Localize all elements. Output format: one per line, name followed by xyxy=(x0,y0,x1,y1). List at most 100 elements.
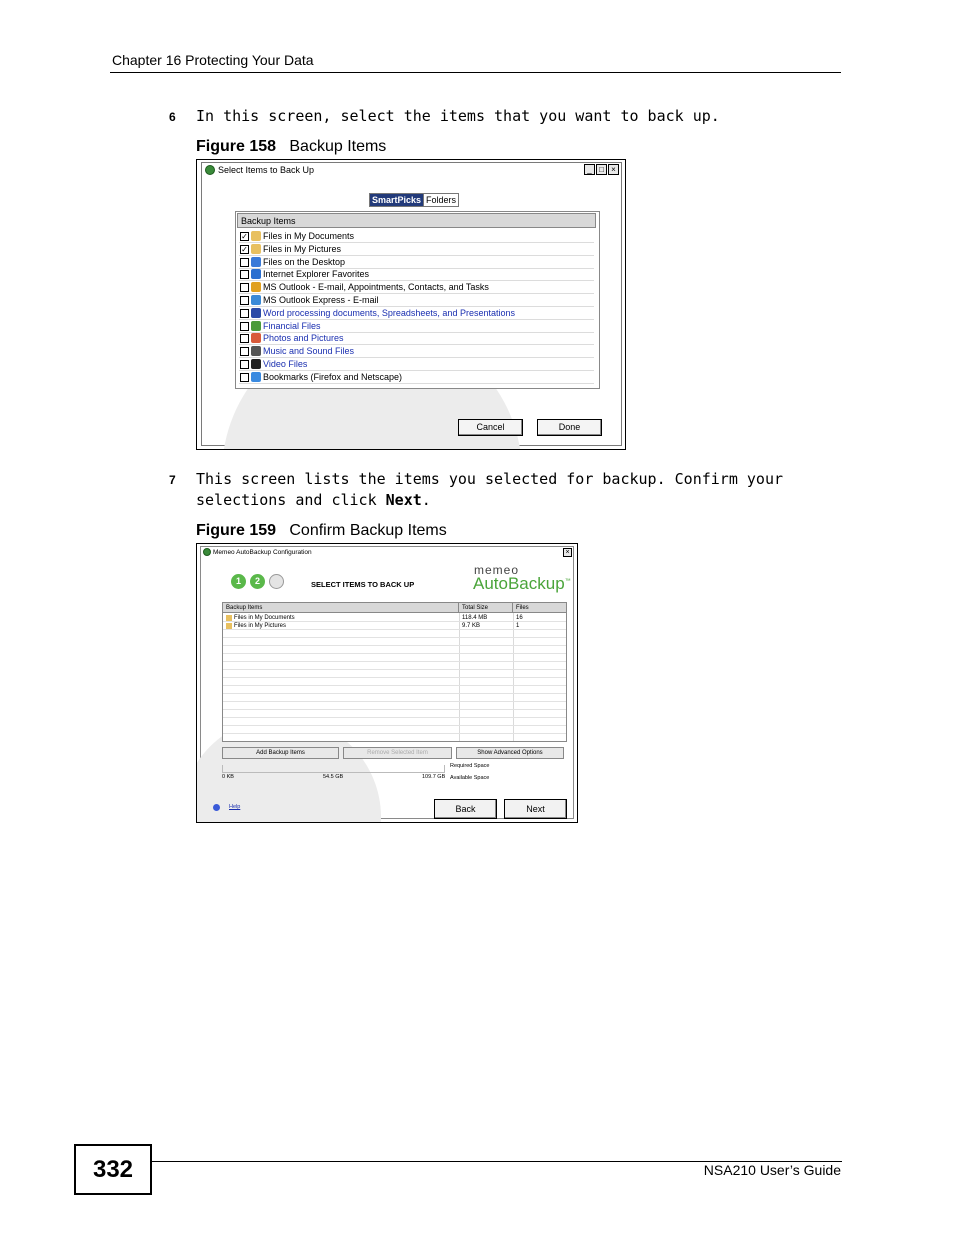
chapter-title: Chapter 16 Protecting Your Data xyxy=(112,52,314,68)
column-header-files: Files xyxy=(513,603,566,613)
table-row[interactable]: Files in My Documents 118.4 MB 16 xyxy=(223,614,566,622)
folder-documents-icon xyxy=(251,231,261,241)
close-button[interactable]: × xyxy=(563,548,572,557)
cell-item: Files in My Documents xyxy=(234,615,295,621)
autobackup-config-window: Memeo AutoBackup Configuration × 1 2 SEL… xyxy=(196,543,578,823)
add-backup-items-button[interactable]: Add Backup Items xyxy=(222,747,339,759)
checkbox[interactable] xyxy=(240,334,249,344)
checkbox[interactable]: ✓ xyxy=(240,244,249,254)
list-header: Backup Items xyxy=(237,213,596,228)
close-button[interactable]: × xyxy=(608,164,619,175)
music-icon xyxy=(251,346,261,357)
trademark: ™ xyxy=(564,578,571,585)
financial-files-icon xyxy=(251,320,261,331)
list-item[interactable]: MS Outlook - E-mail, Appointments, Conta… xyxy=(239,281,594,295)
list-item[interactable]: Internet Explorer Favorites xyxy=(239,268,594,282)
empty-row xyxy=(223,702,566,710)
list-item[interactable]: Bookmarks (Firefox and Netscape) xyxy=(239,371,594,384)
list-item[interactable]: Financial Files xyxy=(239,320,594,333)
video-icon xyxy=(251,359,261,369)
outlook-express-icon xyxy=(251,295,261,305)
checkbox[interactable] xyxy=(240,270,249,280)
autobackup-logo: AutoBackup™ xyxy=(473,574,571,594)
backup-items-table: Backup Items Total Size Files Files in M… xyxy=(222,602,567,742)
window-body: Select Items to Back Up _ □ × SmartPicks… xyxy=(201,162,622,449)
checkbox[interactable] xyxy=(240,321,249,331)
internet-explorer-icon xyxy=(251,269,261,280)
list-item[interactable]: ✓ Files in My Documents xyxy=(239,230,594,243)
page-number: 332 xyxy=(74,1144,152,1195)
back-button[interactable]: Back xyxy=(434,799,497,819)
show-advanced-options-button[interactable]: Show Advanced Options xyxy=(456,747,564,759)
help-icon[interactable] xyxy=(213,804,220,811)
photos-icon xyxy=(251,333,261,344)
item-label: Files in My Documents xyxy=(263,231,355,241)
bookmarks-icon xyxy=(251,371,261,382)
checkbox[interactable] xyxy=(240,360,249,369)
empty-row xyxy=(223,654,566,662)
checkbox[interactable]: ✓ xyxy=(240,232,249,241)
maximize-button[interactable]: □ xyxy=(596,164,607,175)
checkbox[interactable] xyxy=(240,347,249,357)
window-title: Select Items to Back Up xyxy=(218,165,315,175)
checkbox[interactable] xyxy=(240,283,249,293)
list-item[interactable]: ✓ Files in My Pictures xyxy=(239,243,594,256)
item-label: Files in My Pictures xyxy=(263,243,342,254)
column-header-size: Total Size xyxy=(459,603,513,613)
window-body: Memeo AutoBackup Configuration × 1 2 SEL… xyxy=(197,546,574,822)
step-text: This screen lists the items you selected… xyxy=(196,469,836,511)
checkbox[interactable] xyxy=(240,308,249,318)
step-text-end: . xyxy=(421,491,431,509)
list-item[interactable]: MS Outlook Express - E-mail xyxy=(239,294,594,307)
figure-caption: Figure 158 Backup Items xyxy=(196,138,386,156)
empty-row xyxy=(223,630,566,638)
list-item[interactable]: Photos and Pictures xyxy=(239,332,594,346)
list-item[interactable]: Files on the Desktop xyxy=(239,256,594,269)
outlook-icon xyxy=(251,282,261,293)
select-items-window: Select Items to Back Up _ □ × SmartPicks… xyxy=(196,159,626,450)
minimize-button[interactable]: _ xyxy=(584,164,595,175)
empty-row xyxy=(223,646,566,654)
title-bar: Select Items to Back Up _ □ × xyxy=(202,163,621,177)
scale-max: 109.7 GB xyxy=(422,774,446,780)
tab-smartpicks[interactable]: SmartPicks xyxy=(370,194,424,206)
list-item[interactable]: Word processing documents, Spreadsheets,… xyxy=(239,307,594,320)
item-label: Internet Explorer Favorites xyxy=(263,269,370,280)
done-button[interactable]: Done xyxy=(537,419,602,436)
step-3-indicator xyxy=(269,574,284,589)
cancel-button[interactable]: Cancel xyxy=(458,419,523,436)
item-label: Photos and Pictures xyxy=(263,333,344,344)
step-number: 6 xyxy=(169,110,176,124)
item-label: Music and Sound Files xyxy=(263,346,355,357)
remove-selected-item-button[interactable]: Remove Selected Item xyxy=(343,747,452,759)
step-number: 7 xyxy=(169,473,176,487)
table-row[interactable]: Files in My Pictures 9.7 KB 1 xyxy=(223,622,566,630)
available-space-label: Available Space xyxy=(450,775,490,781)
window-title: Memeo AutoBackup Configuration xyxy=(213,549,312,556)
checkbox[interactable] xyxy=(240,372,249,382)
figure-caption: Figure 159 Confirm Backup Items xyxy=(196,522,447,540)
step-text-main: This screen lists the items you selected… xyxy=(196,470,783,509)
header-rule xyxy=(110,72,841,73)
empty-row xyxy=(223,734,566,741)
figure-title: Confirm Backup Items xyxy=(289,522,447,539)
folder-icon xyxy=(226,615,232,621)
next-button[interactable]: Next xyxy=(504,799,567,819)
empty-row xyxy=(223,710,566,718)
figure-label: Figure 158 xyxy=(196,138,277,155)
figure-label: Figure 159 xyxy=(196,522,277,539)
help-link[interactable]: Help xyxy=(229,804,240,810)
scale-mid: 54.5 GB xyxy=(323,774,344,780)
view-tabs: SmartPicks Folders xyxy=(369,193,460,207)
tab-folders[interactable]: Folders xyxy=(423,194,459,206)
checkbox[interactable] xyxy=(240,257,249,267)
list-item[interactable]: Video Files xyxy=(239,358,594,371)
empty-row xyxy=(223,670,566,678)
figure-title: Backup Items xyxy=(289,138,387,155)
list-item[interactable]: Music and Sound Files xyxy=(239,345,594,359)
checkbox[interactable] xyxy=(240,296,249,305)
page-heading: SELECT ITEMS TO BACK UP xyxy=(311,580,415,589)
empty-row xyxy=(223,662,566,670)
step-text: In this screen, select the items that yo… xyxy=(196,107,720,125)
next-keyword: Next xyxy=(385,491,422,509)
